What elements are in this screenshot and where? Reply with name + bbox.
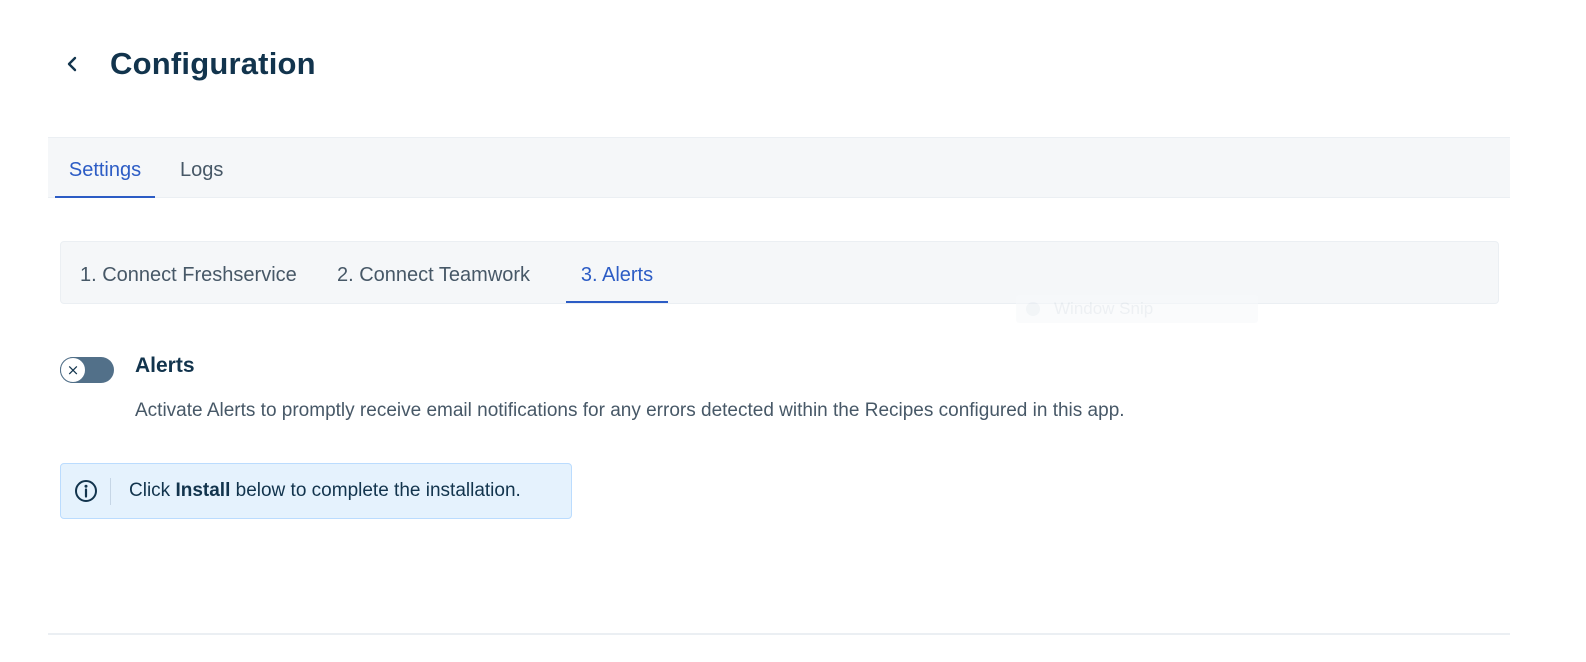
configuration-page: Configuration Settings Logs 1. Connect F… [0,0,1586,662]
info-text: Click Install below to complete the inst… [129,480,521,501]
alerts-title: Alerts [135,354,195,377]
page-header: Configuration [60,42,316,86]
back-button[interactable] [60,42,84,86]
snip-icon [1026,302,1040,316]
close-icon: × [60,357,86,383]
alerts-description: Activate Alerts to promptly receive emai… [135,400,1125,421]
tab-alerts[interactable]: 3. Alerts [566,242,668,303]
window-snip-overlay: Window Snip [1016,295,1258,323]
tab-settings[interactable]: Settings [55,138,155,198]
bottom-divider [48,633,1510,635]
tab-logs[interactable]: Logs [180,138,226,198]
window-snip-label: Window Snip [1054,299,1154,318]
info-banner: Click Install below to complete the inst… [60,463,572,519]
tab-connect-teamwork[interactable]: 2. Connect Teamwork [337,242,530,303]
main-tabs: Settings Logs [48,137,1510,198]
tab-connect-freshservice[interactable]: 1. Connect Freshservice [80,242,297,303]
chevron-left-icon [67,56,77,72]
step-tabs: 1. Connect Freshservice 2. Connect Teamw… [60,241,1499,304]
alerts-toggle[interactable]: × [60,357,114,383]
info-divider [110,478,111,505]
page-title: Configuration [110,46,316,81]
info-icon [75,480,97,502]
install-emphasis: Install [175,480,231,501]
